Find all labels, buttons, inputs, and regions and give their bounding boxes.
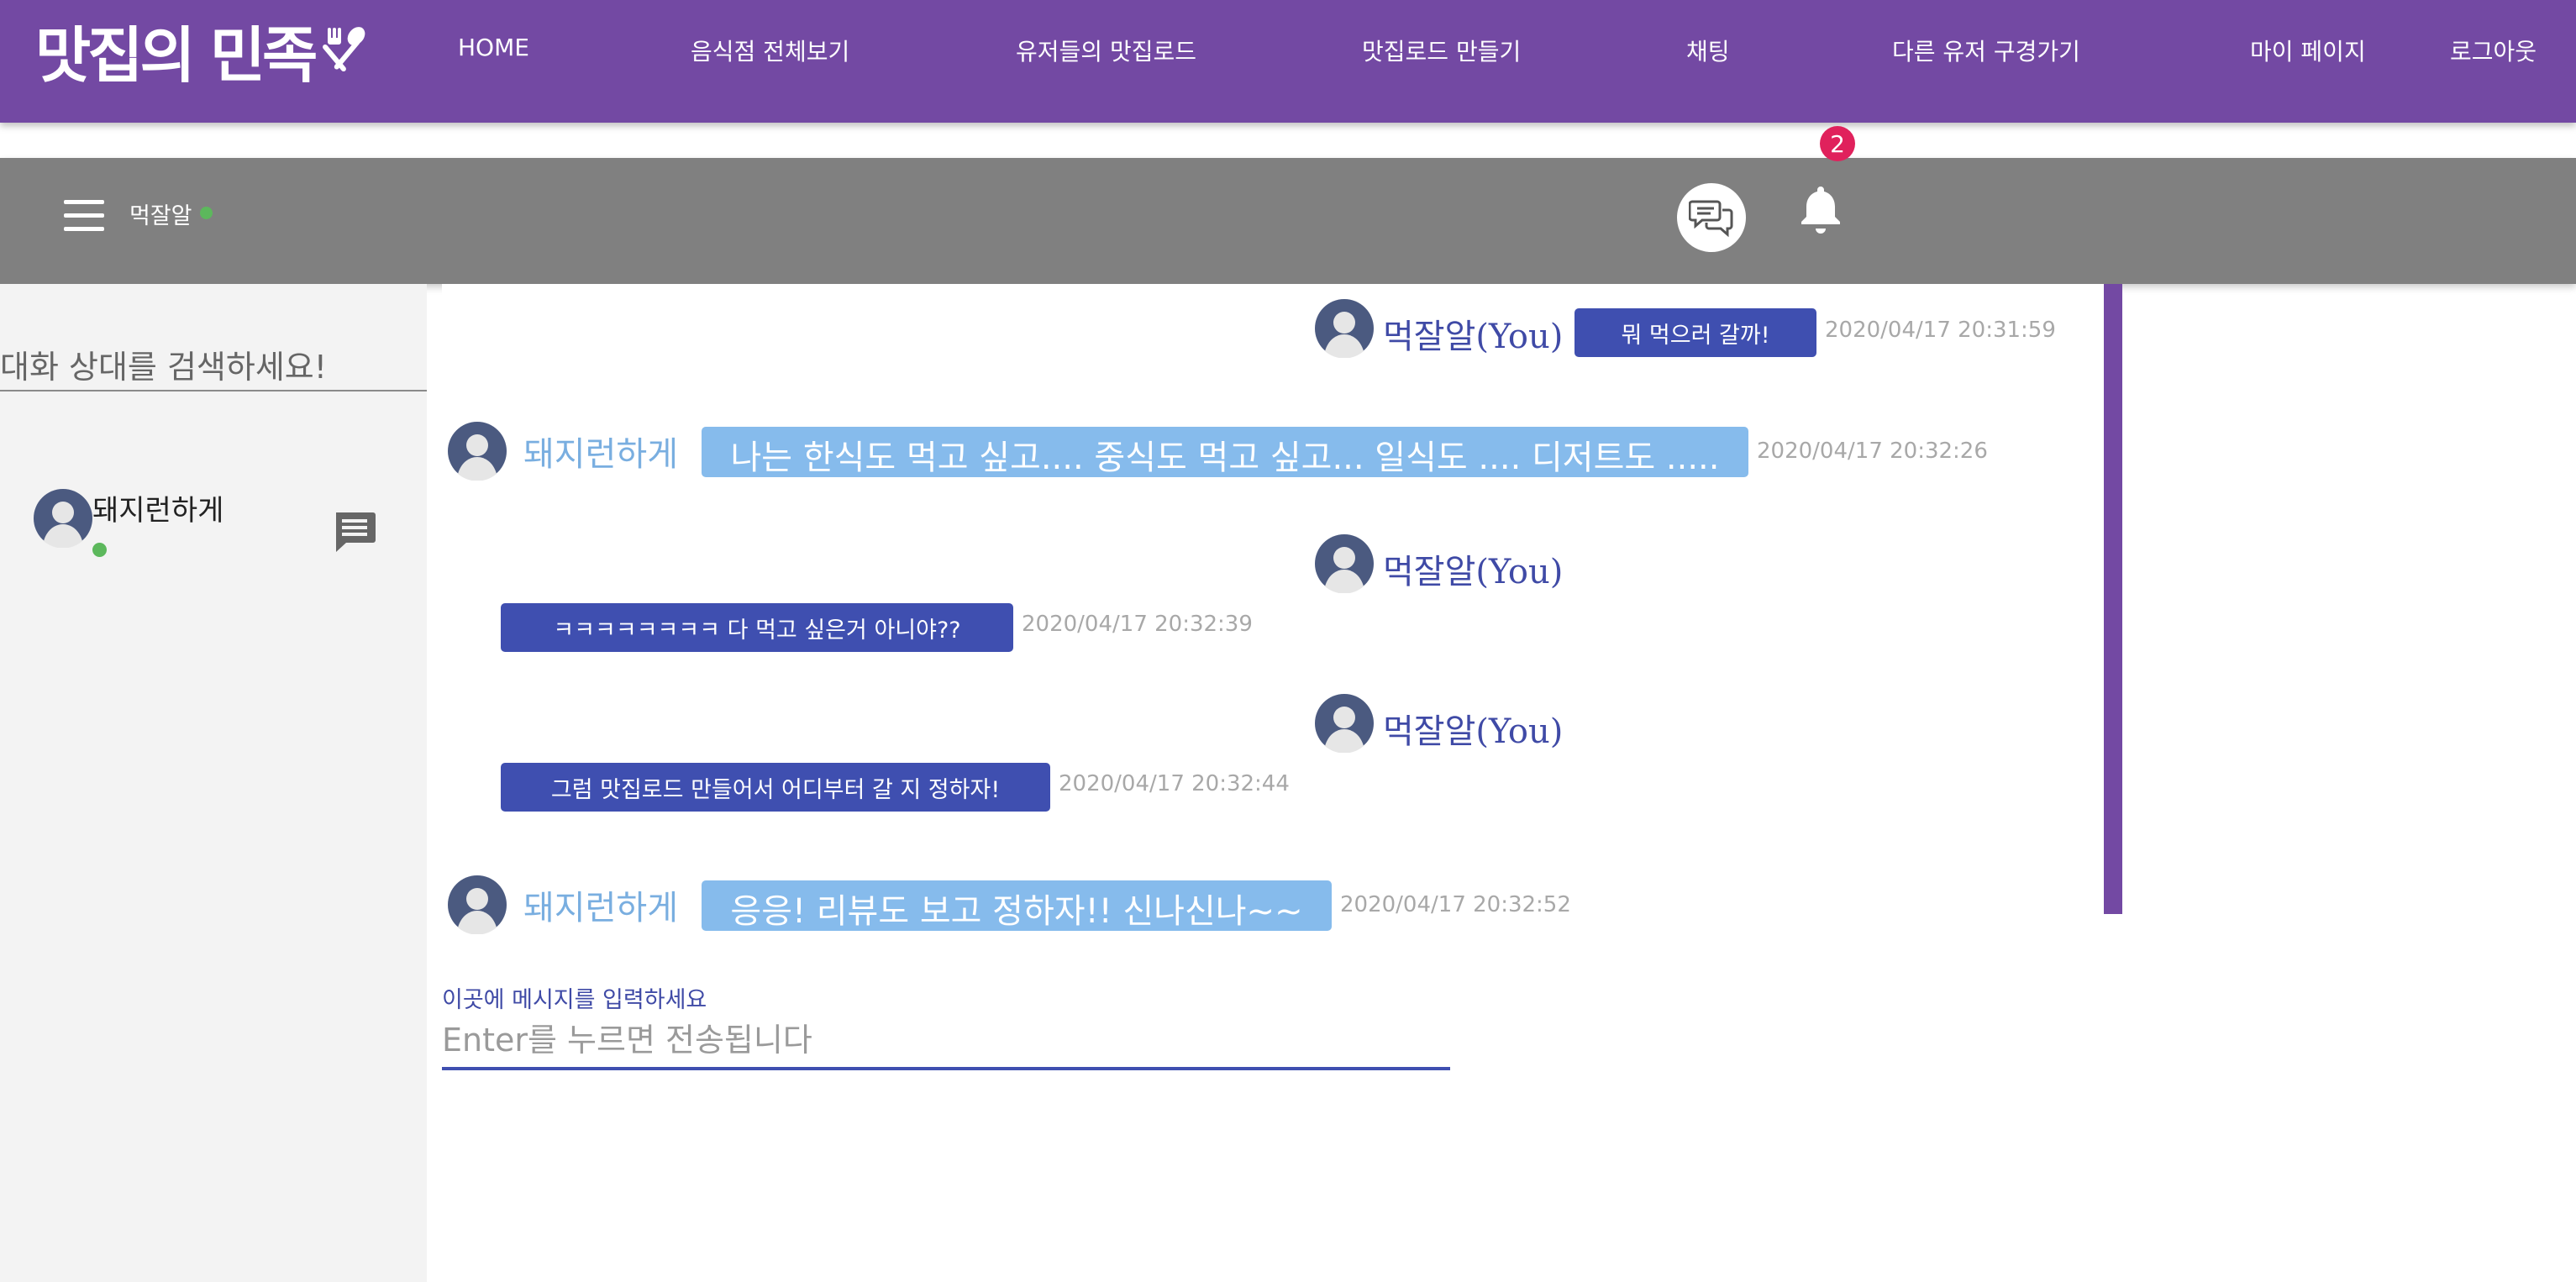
avatar [1315,694,1374,753]
chat-scrollbar[interactable] [2104,284,2122,914]
nav-home[interactable]: HOME [458,34,529,61]
message-input-label: 이곳에 메시지를 입력하세요 [442,987,707,1013]
chat-header-bar: 먹잘알 [0,158,2576,284]
message-timestamp: 2020/04/17 20:32:26 [1757,439,1988,464]
message-bubble: 응응! 리뷰도 보고 정하자!! 신나신나~~ [702,880,1332,931]
nav-my-page[interactable]: 마이 페이지 [2250,34,2366,67]
message-icon[interactable] [333,509,376,553]
message-bubble: 나는 한식도 먹고 싶고.... 중식도 먹고 싶고... 일식도 .... 디… [702,427,1748,477]
top-navigation-bar: 맛집의 민족 HOME 음식점 전체보기 유저들의 맛집로드 맛집로드 만들기 … [0,0,2576,123]
nav-logout[interactable]: 로그아웃 [2450,34,2537,67]
chat-message-area [442,284,2121,914]
nav-chat[interactable]: 채팅 [1686,34,1730,67]
bell-icon[interactable] [1798,183,1843,234]
chat-list-button[interactable] [1677,183,1746,252]
message-timestamp: 2020/04/17 20:32:44 [1059,771,1290,796]
message-sender: 돼지런하게 [523,435,678,474]
avatar [448,875,507,934]
avatar [1315,534,1374,593]
nav-browse-users[interactable]: 다른 유저 구경가기 [1892,34,2080,67]
current-user-name: 먹잘알 [129,203,192,229]
message-timestamp: 2020/04/17 20:32:52 [1340,892,1571,917]
message-sender: 돼지런하게 [523,889,678,927]
notification-badge: 2 [1820,126,1855,161]
avatar [1315,299,1374,358]
message-bubble: 그럼 맛집로드 만들어서 어디부터 갈 지 정하자! [501,763,1050,812]
hamburger-menu-icon[interactable] [64,200,104,234]
message-input[interactable] [442,1013,1450,1070]
contact-search-input[interactable] [0,344,427,391]
nav-user-food-roads[interactable]: 유저들의 맛집로드 [1016,34,1196,67]
message-sender: 먹잘알(You) [1383,712,1564,751]
site-logo[interactable]: 맛집의 민족 [35,12,371,91]
message-bubble: ㅋㅋㅋㅋㅋㅋㅋㅋ 다 먹고 싶은거 아니야?? [501,603,1013,652]
contact-name: 돼지런하게 [92,494,224,528]
contact-online-dot [92,543,107,557]
message-bubble: 뭐 먹으러 갈까! [1575,308,1816,357]
contact-list-item[interactable]: 돼지런하게 [34,479,386,557]
contact-sidebar: 돼지런하게 [0,284,427,1282]
avatar [34,489,92,548]
message-sender: 먹잘알(You) [1383,553,1564,591]
message-sender: 먹잘알(You) [1383,318,1564,356]
logo-text: 맛집의 민족 [35,19,318,91]
message-timestamp: 2020/04/17 20:31:59 [1825,318,2056,343]
nav-make-food-road[interactable]: 맛집로드 만들기 [1362,34,1521,67]
online-status-dot [200,207,213,219]
avatar [448,422,507,481]
nav-all-restaurants[interactable]: 음식점 전체보기 [691,34,849,67]
message-timestamp: 2020/04/17 20:32:39 [1022,612,1253,637]
chat-bubbles-icon [1689,200,1733,238]
fork-spoon-icon [323,27,365,72]
